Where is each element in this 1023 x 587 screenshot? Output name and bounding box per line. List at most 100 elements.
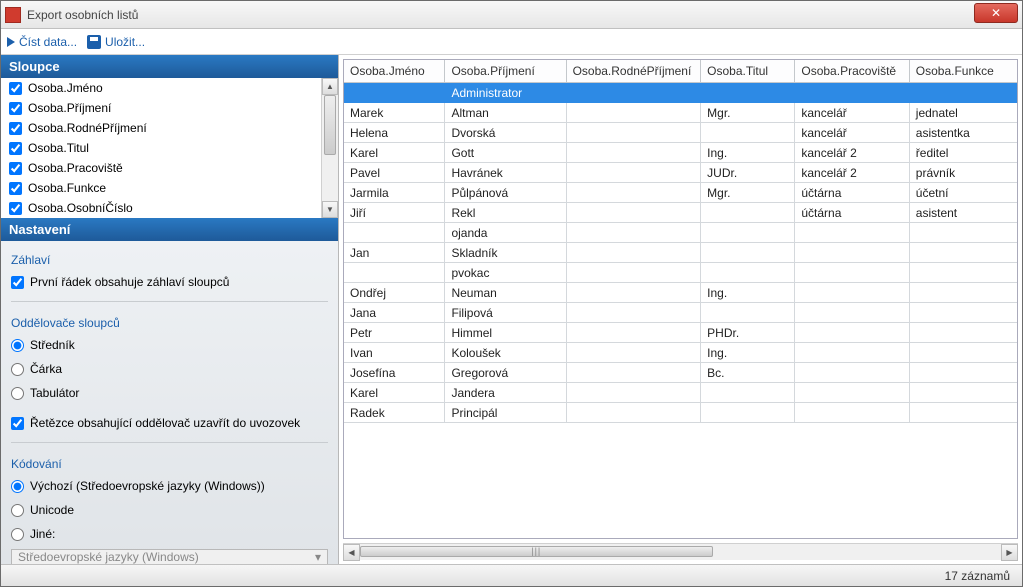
- table-cell[interactable]: Altman: [445, 103, 566, 123]
- table-row[interactable]: JarmilaPůlpánováMgr.účtárnaúčetní: [344, 183, 1017, 203]
- table-cell[interactable]: [701, 123, 795, 143]
- table-cell[interactable]: Půlpánová: [445, 183, 566, 203]
- table-row[interactable]: RadekPrincipál: [344, 403, 1017, 423]
- table-cell[interactable]: Jarmila: [344, 183, 445, 203]
- table-cell[interactable]: [909, 363, 1017, 383]
- table-cell[interactable]: Havránek: [445, 163, 566, 183]
- table-cell[interactable]: účtárna: [795, 183, 909, 203]
- table-cell[interactable]: Karel: [344, 383, 445, 403]
- column-header[interactable]: Osoba.RodnéPříjmení: [566, 60, 701, 83]
- table-cell[interactable]: jednatel: [909, 103, 1017, 123]
- delimiter-semicolon[interactable]: Středník: [11, 336, 328, 354]
- column-checkbox[interactable]: [9, 142, 22, 155]
- table-cell[interactable]: Marek: [344, 103, 445, 123]
- delimiter-comma-radio[interactable]: [11, 363, 24, 376]
- table-cell[interactable]: Mgr.: [701, 103, 795, 123]
- table-row[interactable]: MarekAltmanMgr.kancelářjednatel: [344, 103, 1017, 123]
- read-data-button[interactable]: Číst data...: [7, 35, 77, 49]
- column-item[interactable]: Osoba.Titul: [1, 138, 338, 158]
- table-cell[interactable]: [909, 283, 1017, 303]
- table-cell[interactable]: právník: [909, 163, 1017, 183]
- data-table[interactable]: Osoba.JménoOsoba.PříjmeníOsoba.RodnéPříj…: [344, 60, 1017, 423]
- table-row[interactable]: HelenaDvorskákancelářasistentka: [344, 123, 1017, 143]
- table-cell[interactable]: kancelář 2: [795, 143, 909, 163]
- table-cell[interactable]: [566, 363, 701, 383]
- table-cell[interactable]: Ing.: [701, 343, 795, 363]
- table-cell[interactable]: PHDr.: [701, 323, 795, 343]
- table-cell[interactable]: [909, 403, 1017, 423]
- table-row[interactable]: KarelGottIng.kancelář 2ředitel: [344, 143, 1017, 163]
- columns-scrollbar[interactable]: ▲ ▼: [321, 78, 338, 218]
- delimiter-semicolon-radio[interactable]: [11, 339, 24, 352]
- table-cell[interactable]: [566, 183, 701, 203]
- table-row[interactable]: JanaFilipová: [344, 303, 1017, 323]
- table-cell[interactable]: [701, 203, 795, 223]
- column-item[interactable]: Osoba.Jméno: [1, 78, 338, 98]
- table-row[interactable]: JiříReklúčtárnaasistent: [344, 203, 1017, 223]
- table-cell[interactable]: [909, 223, 1017, 243]
- table-cell[interactable]: kancelář 2: [795, 163, 909, 183]
- table-cell[interactable]: Dvorská: [445, 123, 566, 143]
- table-cell[interactable]: Gott: [445, 143, 566, 163]
- table-row[interactable]: PetrHimmelPHDr.: [344, 323, 1017, 343]
- table-cell[interactable]: [701, 223, 795, 243]
- table-cell[interactable]: Petr: [344, 323, 445, 343]
- column-header[interactable]: Osoba.Funkce: [909, 60, 1017, 83]
- table-cell[interactable]: Principál: [445, 403, 566, 423]
- table-row[interactable]: OndřejNeumanIng.: [344, 283, 1017, 303]
- table-cell[interactable]: [566, 403, 701, 423]
- table-row[interactable]: KarelJandera: [344, 383, 1017, 403]
- encoding-other-radio[interactable]: [11, 528, 24, 541]
- table-cell[interactable]: [344, 263, 445, 283]
- table-cell[interactable]: [701, 383, 795, 403]
- column-checkbox[interactable]: [9, 122, 22, 135]
- table-cell[interactable]: [795, 403, 909, 423]
- column-item[interactable]: Osoba.RodnéPříjmení: [1, 118, 338, 138]
- table-cell[interactable]: [701, 403, 795, 423]
- encoding-default-radio[interactable]: [11, 480, 24, 493]
- table-cell[interactable]: Filipová: [445, 303, 566, 323]
- delimiter-comma[interactable]: Čárka: [11, 360, 328, 378]
- table-cell[interactable]: [566, 343, 701, 363]
- column-header[interactable]: Osoba.Příjmení: [445, 60, 566, 83]
- column-item[interactable]: Osoba.Pracoviště: [1, 158, 338, 178]
- table-row[interactable]: IvanKoloušekIng.: [344, 343, 1017, 363]
- column-checkbox[interactable]: [9, 182, 22, 195]
- scroll-thumb[interactable]: [324, 95, 336, 155]
- encoding-other[interactable]: Jiné:: [11, 525, 328, 543]
- table-cell[interactable]: [795, 283, 909, 303]
- column-checkbox[interactable]: [9, 202, 22, 215]
- table-cell[interactable]: [566, 163, 701, 183]
- close-button[interactable]: ✕: [974, 3, 1018, 23]
- table-cell[interactable]: [795, 343, 909, 363]
- column-item[interactable]: Osoba.Funkce: [1, 178, 338, 198]
- table-cell[interactable]: [909, 343, 1017, 363]
- columns-list[interactable]: Osoba.JménoOsoba.PříjmeníOsoba.RodnéPříj…: [1, 78, 338, 218]
- table-cell[interactable]: účetní: [909, 183, 1017, 203]
- column-header[interactable]: Osoba.Titul: [701, 60, 795, 83]
- table-cell[interactable]: pvokac: [445, 263, 566, 283]
- table-cell[interactable]: [566, 283, 701, 303]
- table-row[interactable]: JanSkladník: [344, 243, 1017, 263]
- table-cell[interactable]: [701, 303, 795, 323]
- table-cell[interactable]: kancelář: [795, 123, 909, 143]
- encoding-default[interactable]: Výchozí (Středoevropské jazyky (Windows)…: [11, 477, 328, 495]
- table-row[interactable]: Administrator: [344, 83, 1017, 103]
- table-cell[interactable]: [909, 303, 1017, 323]
- scroll-down-icon[interactable]: ▼: [322, 201, 338, 218]
- horizontal-scrollbar[interactable]: ◀ ||| ▶: [343, 543, 1018, 560]
- table-cell[interactable]: [701, 243, 795, 263]
- table-cell[interactable]: Rekl: [445, 203, 566, 223]
- encoding-combo[interactable]: Středoevropské jazyky (Windows) ▾: [11, 549, 328, 564]
- table-cell[interactable]: Jan: [344, 243, 445, 263]
- table-cell[interactable]: ojanda: [445, 223, 566, 243]
- column-checkbox[interactable]: [9, 82, 22, 95]
- table-cell[interactable]: Ivan: [344, 343, 445, 363]
- first-row-header-check[interactable]: První řádek obsahuje záhlaví sloupců: [11, 273, 328, 291]
- table-row[interactable]: JosefínaGregorováBc.: [344, 363, 1017, 383]
- table-cell[interactable]: Gregorová: [445, 363, 566, 383]
- table-cell[interactable]: asistent: [909, 203, 1017, 223]
- table-cell[interactable]: [909, 323, 1017, 343]
- table-cell[interactable]: [566, 303, 701, 323]
- column-checkbox[interactable]: [9, 102, 22, 115]
